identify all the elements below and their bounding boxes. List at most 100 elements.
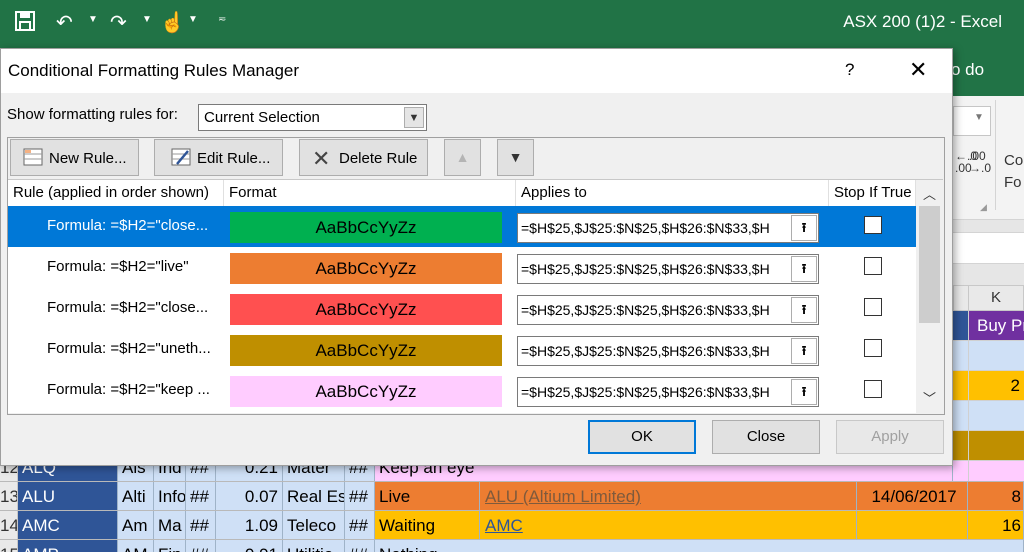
chevron-down-icon[interactable]: ▼: [974, 112, 984, 123]
cell-industry[interactable]: Utilitie: [283, 540, 345, 552]
cell-hash[interactable]: ##: [186, 511, 216, 539]
decrease-decimal-icon[interactable]: .00 →.0: [969, 150, 991, 174]
cell-k[interactable]: 8: [968, 482, 1024, 510]
rule-row[interactable]: Formula: =$H2="close... AaBbCcYyZz =$H$2…: [8, 288, 916, 329]
collapse-dialog-icon[interactable]: ⭱: [791, 256, 817, 282]
cell-hash[interactable]: ##: [345, 482, 375, 510]
column-header-applies-to[interactable]: Applies to: [516, 180, 829, 206]
collapse-dialog-icon[interactable]: ⭱: [791, 215, 817, 241]
rule-row[interactable]: Formula: =$H2="live" AaBbCcYyZz =$H$25,$…: [8, 247, 916, 288]
touch-dropdown-icon[interactable]: ▼: [188, 14, 198, 25]
conditional-formatting-button[interactable]: Co Fo: [1004, 150, 1023, 194]
cell-name[interactable]: Am: [118, 511, 154, 539]
column-header-rule[interactable]: Rule (applied in order shown): [8, 180, 224, 206]
row-number[interactable]: 13: [0, 482, 18, 510]
cell-hash[interactable]: ##: [345, 511, 375, 539]
cell-date[interactable]: 14/06/2017: [857, 482, 968, 510]
cell-price[interactable]: 1.09: [216, 511, 283, 539]
column-header-format[interactable]: Format: [224, 180, 516, 206]
cell-k[interactable]: 16: [968, 511, 1024, 539]
customize-icon[interactable]: ≂: [218, 14, 226, 25]
close-icon[interactable]: ✕: [909, 57, 927, 83]
redo-icon[interactable]: ↷: [110, 10, 127, 36]
cell-ticker[interactable]: AMP: [18, 540, 118, 552]
collapse-dialog-icon[interactable]: ⭱: [791, 297, 817, 323]
cell-price[interactable]: 0.07: [216, 482, 283, 510]
formula-bar[interactable]: [953, 232, 1024, 264]
cell-name[interactable]: AM: [118, 540, 154, 552]
cell[interactable]: [953, 371, 969, 401]
collapse-dialog-icon[interactable]: ⭱: [791, 338, 817, 364]
cell-ticker[interactable]: ALU: [18, 482, 118, 510]
cell-status[interactable]: Nothing: [375, 540, 1024, 552]
dialog-launcher-icon[interactable]: ◢: [980, 202, 987, 213]
cell-name[interactable]: Alti: [118, 482, 154, 510]
cell-status[interactable]: Live: [375, 482, 480, 510]
row-number[interactable]: 15: [0, 540, 18, 552]
cell-ticker[interactable]: AMC: [18, 511, 118, 539]
cell-link[interactable]: ALU (Altium Limited): [480, 482, 857, 510]
redo-dropdown-icon[interactable]: ▼: [142, 14, 152, 25]
stop-if-true-checkbox[interactable]: [864, 298, 882, 316]
scrollbar-thumb[interactable]: [919, 206, 940, 323]
cell-price[interactable]: 0.91: [216, 540, 283, 552]
column-header-stop-if-true[interactable]: Stop If True: [829, 180, 916, 206]
stop-if-true-checkbox[interactable]: [864, 257, 882, 275]
move-up-button[interactable]: ▲: [444, 139, 481, 176]
applies-to-field[interactable]: =$H$25,$J$25:$N$25,$H$26:$N$33,$H ⭱: [517, 213, 819, 243]
cell-sector[interactable]: Ma: [154, 511, 186, 539]
scroll-up-icon[interactable]: ︿: [916, 184, 943, 203]
collapse-dialog-icon[interactable]: ⭱: [791, 379, 817, 405]
edit-rule-button[interactable]: Edit Rule...: [154, 139, 283, 176]
column-header-k[interactable]: K: [968, 285, 1024, 311]
rule-row[interactable]: Formula: =$H2="keep ... AaBbCcYyZz =$H$2…: [8, 370, 916, 411]
cell[interactable]: [968, 341, 1024, 371]
cell-buy-price-header[interactable]: Buy Pr: [968, 311, 1024, 341]
undo-dropdown-icon[interactable]: ▼: [88, 14, 98, 25]
cell-date[interactable]: [857, 511, 968, 539]
save-icon[interactable]: [14, 10, 36, 39]
move-down-button[interactable]: ▼: [497, 139, 534, 176]
cell-industry[interactable]: Real Es: [283, 482, 345, 510]
applies-to-field[interactable]: =$H$25,$J$25:$N$25,$H$26:$N$33,$H ⭱: [517, 295, 819, 325]
close-button[interactable]: Close: [712, 420, 820, 454]
applies-to-field[interactable]: =$H$25,$J$25:$N$25,$H$26:$N$33,$H ⭱: [517, 254, 819, 284]
undo-icon[interactable]: ↶: [56, 10, 73, 36]
cell-hash[interactable]: ##: [345, 540, 375, 552]
show-rules-select[interactable]: Current Selection ▼: [198, 104, 427, 131]
applies-to-field[interactable]: =$H$25,$J$25:$N$25,$H$26:$N$33,$H ⭱: [517, 377, 819, 407]
cell[interactable]: 2: [968, 371, 1024, 401]
cell-link[interactable]: AMC: [480, 511, 857, 539]
company-link[interactable]: AMC: [485, 516, 523, 535]
cell-status[interactable]: Waiting: [375, 511, 480, 539]
dialog-title-bar[interactable]: Conditional Formatting Rules Manager ? ✕: [1, 49, 952, 93]
stop-if-true-checkbox[interactable]: [864, 339, 882, 357]
company-link[interactable]: ALU (Altium Limited): [485, 487, 641, 506]
delete-rule-button[interactable]: ✕ Delete Rule: [299, 139, 428, 176]
stop-if-true-checkbox[interactable]: [864, 380, 882, 398]
tell-me-box[interactable]: o do: [951, 60, 984, 80]
cell-hash[interactable]: ##: [186, 482, 216, 510]
rule-row[interactable]: Formula: =$H2="uneth... AaBbCcYyZz =$H$2…: [8, 329, 916, 370]
stop-if-true-checkbox[interactable]: [864, 216, 882, 234]
column-header-j[interactable]: [953, 285, 969, 311]
new-rule-button[interactable]: New Rule...: [10, 139, 139, 176]
number-format-dropdown[interactable]: [953, 106, 991, 136]
cell[interactable]: [953, 311, 969, 341]
scroll-down-icon[interactable]: ﹀: [916, 388, 943, 407]
cell[interactable]: [968, 401, 1024, 431]
cell-sector[interactable]: Fin: [154, 540, 186, 552]
ok-button[interactable]: OK: [588, 420, 696, 454]
touch-mode-icon[interactable]: ☝: [160, 10, 185, 36]
row-number[interactable]: 14: [0, 511, 18, 539]
cell-hash[interactable]: ##: [186, 540, 216, 552]
cell[interactable]: [953, 401, 969, 431]
help-icon[interactable]: ?: [845, 60, 854, 80]
chevron-down-icon[interactable]: ▼: [404, 107, 424, 128]
applies-to-field[interactable]: =$H$25,$J$25:$N$25,$H$26:$N$33,$H ⭱: [517, 336, 819, 366]
cell-industry[interactable]: Teleco: [283, 511, 345, 539]
cell-sector[interactable]: Info: [154, 482, 186, 510]
cell[interactable]: [953, 341, 969, 371]
rules-scrollbar[interactable]: ︿ ﹀: [916, 180, 943, 413]
rule-row[interactable]: Formula: =$H2="close... AaBbCcYyZz =$H$2…: [8, 206, 916, 247]
